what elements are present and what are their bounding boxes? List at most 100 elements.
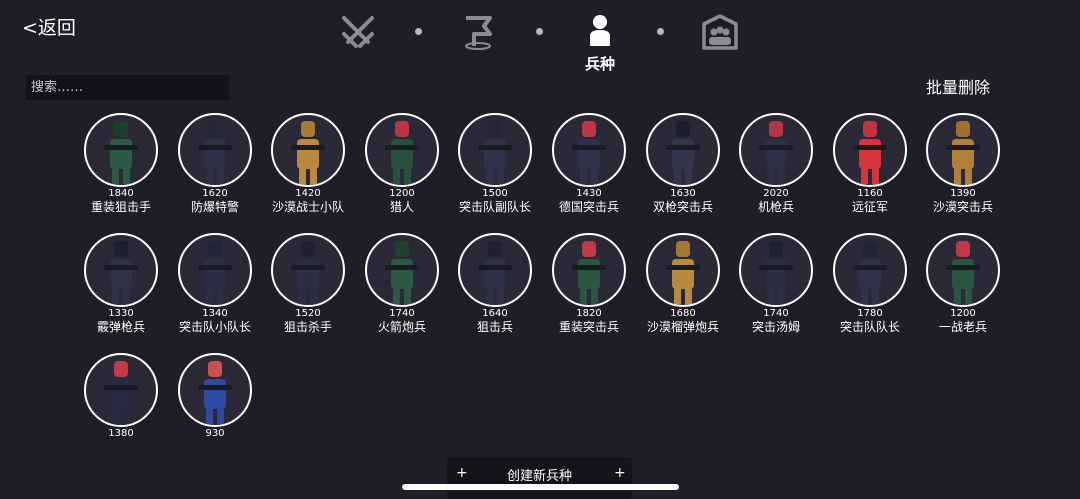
unit-cost: 1390 (950, 188, 976, 199)
unit-portrait (458, 233, 532, 307)
unit-card[interactable]: 1630 双枪突击兵 (638, 113, 728, 215)
unit-name: 远征军 (851, 200, 888, 214)
nav-flag-icon[interactable] (458, 12, 498, 52)
unit-name: 双枪突击兵 (652, 200, 713, 214)
unit-name: 一战老兵 (938, 320, 987, 334)
unit-card[interactable]: 1200 一战老兵 (918, 233, 1008, 335)
back-button[interactable]: <返回 (22, 13, 76, 40)
nav-units-label: 兵种 (584, 55, 615, 73)
unit-portrait (926, 233, 1000, 307)
unit-portrait (271, 113, 345, 187)
unit-name: 火箭炮兵 (377, 320, 426, 334)
unit-cost: 930 (205, 428, 225, 439)
unit-card[interactable]: 1840 重装狙击手 (76, 113, 166, 215)
unit-portrait (84, 353, 158, 427)
unit-cost: 1160 (857, 188, 883, 199)
unit-card[interactable]: 1780 突击队队长 (825, 233, 915, 335)
unit-card[interactable]: 1390 沙漠突击兵 (918, 113, 1008, 215)
unit-cost: 1640 (482, 308, 508, 319)
home-indicator (402, 484, 679, 490)
unit-cost: 1340 (202, 308, 228, 319)
unit-portrait (646, 113, 720, 187)
unit-card[interactable]: 1430 德国突击兵 (544, 113, 634, 215)
unit-card[interactable]: 1820 重装突击兵 (544, 233, 634, 335)
unit-cost: 1780 (857, 308, 883, 319)
unit-portrait (926, 113, 1000, 187)
nav-faction-icon[interactable] (700, 12, 740, 52)
unit-card[interactable]: 1520 狙击杀手 (263, 233, 353, 335)
unit-cost: 1740 (389, 308, 415, 319)
unit-portrait (178, 353, 252, 427)
unit-cost: 1620 (202, 188, 228, 199)
unit-portrait (552, 113, 626, 187)
unit-card[interactable]: 1200 猎人 (357, 113, 447, 215)
unit-cost: 1820 (576, 308, 602, 319)
unit-card[interactable]: 2020 机枪兵 (731, 113, 821, 215)
unit-name: 狙击兵 (476, 320, 513, 334)
unit-portrait (365, 113, 439, 187)
unit-name: 沙漠突击兵 (932, 200, 993, 214)
unit-name: 沙漠战士小队 (271, 200, 344, 214)
plus-icon: + (614, 465, 626, 481)
unit-portrait (84, 233, 158, 307)
unit-name: 重装突击兵 (558, 320, 619, 334)
unit-cost: 1200 (389, 188, 415, 199)
unit-portrait (365, 233, 439, 307)
nav-dot (415, 28, 422, 35)
unit-portrait (552, 233, 626, 307)
unit-portrait (178, 113, 252, 187)
unit-name: 突击队副队长 (458, 200, 531, 214)
unit-cost: 1630 (670, 188, 696, 199)
unit-portrait (739, 113, 813, 187)
unit-card[interactable]: 1620 防爆特警 (170, 113, 260, 215)
unit-card[interactable]: 1380 (76, 353, 166, 439)
nav-dot (657, 28, 664, 35)
unit-portrait (833, 113, 907, 187)
unit-cost: 1520 (295, 308, 321, 319)
unit-portrait (271, 233, 345, 307)
unit-name: 机枪兵 (757, 200, 794, 214)
unit-card[interactable]: 1640 狙击兵 (450, 233, 540, 335)
unit-cost: 1430 (576, 188, 602, 199)
unit-name: 霰弹枪兵 (96, 320, 145, 334)
nav-dot (536, 28, 543, 35)
unit-portrait (178, 233, 252, 307)
unit-name: 猎人 (389, 200, 414, 214)
unit-card[interactable]: 1740 突击汤姆 (731, 233, 821, 335)
unit-cost: 1500 (482, 188, 508, 199)
unit-card[interactable]: 1340 突击队小队长 (170, 233, 260, 335)
unit-name: 德国突击兵 (558, 200, 619, 214)
unit-card[interactable]: 1160 远征军 (825, 113, 915, 215)
unit-card[interactable]: 1740 火箭炮兵 (357, 233, 447, 335)
unit-cost: 1680 (670, 308, 696, 319)
unit-cost: 1330 (108, 308, 134, 319)
unit-cost: 1740 (763, 308, 789, 319)
unit-portrait (646, 233, 720, 307)
unit-portrait (458, 113, 532, 187)
unit-name: 突击队小队长 (178, 320, 251, 334)
unit-cost: 2020 (763, 188, 789, 199)
unit-portrait (739, 233, 813, 307)
unit-cost: 1200 (950, 308, 976, 319)
create-unit-button[interactable]: + 创建新兵种 + (447, 457, 632, 499)
create-unit-label: 创建新兵种 (506, 469, 572, 484)
unit-card[interactable]: 1680 沙漠榴弹炮兵 (638, 233, 728, 335)
unit-cost: 1380 (108, 428, 134, 439)
unit-card[interactable]: 930 (170, 353, 260, 439)
unit-portrait (84, 113, 158, 187)
unit-name: 突击汤姆 (751, 320, 800, 334)
unit-name: 沙漠榴弹炮兵 (646, 320, 719, 334)
unit-name: 狙击杀手 (283, 320, 332, 334)
unit-card[interactable]: 1420 沙漠战士小队 (263, 113, 353, 215)
unit-portrait (833, 233, 907, 307)
unit-name: 突击队队长 (839, 320, 900, 334)
unit-name: 防爆特警 (190, 200, 239, 214)
unit-cost: 1420 (295, 188, 321, 199)
nav-battle-icon[interactable] (338, 12, 378, 52)
unit-card[interactable]: 1500 突击队副队长 (450, 113, 540, 215)
nav-units-icon[interactable] (580, 12, 620, 52)
search-input[interactable] (26, 75, 229, 100)
unit-cost: 1840 (108, 188, 134, 199)
unit-card[interactable]: 1330 霰弹枪兵 (76, 233, 166, 335)
batch-delete-button[interactable]: 批量删除 (910, 74, 1006, 98)
